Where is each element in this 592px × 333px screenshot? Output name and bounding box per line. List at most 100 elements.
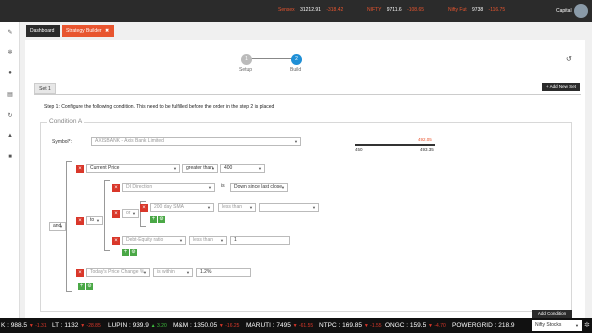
sidebar: ✎ ✲ ● ▤ ↻ ▲ ■: [0, 22, 20, 318]
input-value: 400: [224, 165, 233, 171]
ticker-index-value: Nifty Stocks: [535, 322, 562, 328]
field-select-price-change[interactable]: Today's Price Change % ▼: [86, 268, 150, 277]
step-2-indicator[interactable]: 2: [291, 54, 302, 65]
ticker-change: ▼ -1.55: [363, 323, 382, 329]
ticker-item[interactable]: LUPIN : 939.9 ▲ 3.20: [108, 318, 167, 333]
range-bar: [355, 144, 435, 146]
chevron-down-icon: ▼: [96, 218, 100, 223]
tab-dashboard[interactable]: Dashboard: [26, 25, 60, 37]
value-input[interactable]: 400 ▼: [220, 164, 265, 173]
operator-value: greater than: [186, 165, 213, 171]
circle-icon[interactable]: ●: [6, 69, 14, 77]
ticker-item[interactable]: K : 988.5 ▼ -1.31: [1, 318, 47, 333]
ticker-value: 1132: [64, 322, 79, 329]
index-nifty-fut[interactable]: Nifty Fut 9738 -116.75: [448, 7, 505, 13]
field-value: DI Direction: [126, 184, 153, 190]
delete-row-button[interactable]: ×: [76, 269, 84, 277]
ticker-change: ▼ -28.85: [80, 323, 101, 329]
ticker-item[interactable]: M&M : 1350.05 ▼ -16.25: [173, 318, 239, 333]
operator-label: is: [218, 183, 228, 192]
ticker-name: M&M: [173, 322, 189, 329]
delete-group-button[interactable]: ×: [76, 217, 84, 225]
clipboard-icon[interactable]: ▤: [6, 91, 14, 99]
delete-row-button[interactable]: ×: [112, 184, 120, 192]
operator-value: is: [221, 183, 225, 189]
ticker-item[interactable]: MARUTI : 7495 ▼ -61.55: [246, 318, 313, 333]
chevron-down-icon: ▼: [179, 238, 183, 243]
wrench-icon[interactable]: ✎: [6, 29, 14, 37]
operator-select[interactable]: less than ▼: [218, 203, 256, 212]
field-select-di-direction[interactable]: DI Direction ▼: [122, 183, 215, 192]
chevron-down-icon: ▼: [294, 139, 298, 144]
operator-select[interactable]: is within ▼: [153, 268, 193, 277]
ticker-index-select[interactable]: Nifty Stocks ▼: [532, 320, 582, 331]
add-group-button[interactable]: ⚙: [86, 283, 93, 290]
briefcase-icon[interactable]: ■: [6, 153, 14, 161]
range-current: 492.05: [418, 137, 432, 142]
close-icon[interactable]: ✖: [105, 28, 109, 34]
ticker-value: 939.9: [132, 322, 149, 329]
add-new-set-button[interactable]: + Add New Set: [542, 83, 580, 91]
index-change: -108.65: [407, 7, 425, 13]
ticker-name: K: [1, 322, 6, 329]
symbol-select[interactable]: AXISBANK - Axis Bank Limited ▼: [91, 137, 301, 146]
tab-strategy-builder[interactable]: Strategy Builder ✖: [62, 25, 114, 37]
add-row-button[interactable]: +: [150, 216, 157, 223]
index-sensex[interactable]: Sensex 31212.91 -318.42: [278, 7, 343, 13]
step-1-indicator[interactable]: 1: [241, 54, 252, 65]
refresh-icon[interactable]: ↻: [6, 112, 14, 120]
field-select-current-price[interactable]: Current Price ▼: [86, 164, 180, 173]
operator-select[interactable]: greater than ▼: [182, 164, 218, 173]
ticker-change: ▲ 3.20: [150, 323, 167, 329]
outer-bracket: [66, 161, 72, 292]
add-row-button[interactable]: +: [122, 249, 129, 256]
ticker-name: LT: [52, 322, 59, 329]
gear-icon[interactable]: ✲: [6, 49, 14, 57]
chevron-down-icon: ▼: [281, 185, 285, 190]
field-select-debt-equity[interactable]: Debt-Equity ratio ▼: [122, 236, 186, 245]
value-input[interactable]: 1: [230, 236, 290, 245]
value-input[interactable]: 1.2%: [196, 268, 251, 277]
inner-logic-value: or: [126, 210, 131, 216]
add-group-button[interactable]: ⚙: [158, 216, 165, 223]
delete-group-button[interactable]: ×: [112, 210, 120, 218]
delete-row-button[interactable]: ×: [112, 237, 120, 245]
condition-title: Condition A: [47, 118, 85, 125]
delete-row-button[interactable]: ×: [76, 165, 84, 173]
operator-select[interactable]: less than ▼: [189, 236, 227, 245]
ticker-value: 169.85: [342, 322, 363, 329]
ticker-item[interactable]: NTPC : 169.85 ▼ -1.55: [319, 318, 382, 333]
inner-logic-select[interactable]: or ▼: [122, 209, 139, 218]
symbol-value: AXISBANK - Axis Bank Limited: [95, 138, 164, 144]
range-low: 450: [355, 147, 363, 152]
add-condition-button[interactable]: Add Condition: [532, 310, 572, 318]
chevron-down-icon: ▼: [211, 166, 215, 171]
field-value: Current Price: [90, 165, 120, 171]
add-row-button[interactable]: +: [78, 283, 85, 290]
instruction-text: Step 1: Configure the following conditio…: [44, 104, 275, 110]
value-select[interactable]: ▼: [259, 203, 319, 212]
group-logic-value: to: [90, 217, 95, 223]
tab-set-1[interactable]: Set 1: [34, 83, 56, 94]
delete-row-button[interactable]: ×: [140, 204, 148, 212]
group-logic-select[interactable]: to ▼: [86, 216, 103, 225]
add-group-button[interactable]: ⚙: [130, 249, 137, 256]
value-select[interactable]: Down since last close ▼: [230, 183, 288, 192]
field-value: Debt-Equity ratio: [126, 237, 164, 243]
outer-logic-select[interactable]: and ▼: [49, 222, 66, 231]
avatar[interactable]: [574, 4, 588, 18]
input-value: 1: [234, 237, 237, 243]
ticker-item[interactable]: ONGC : 159.5 ▼ -4.70: [385, 318, 446, 333]
ticker-item[interactable]: POWERGRID : 218.9: [452, 318, 515, 333]
index-value: 9738: [472, 7, 484, 13]
field-select-200-day-sma[interactable]: 200 day SMA ▼: [150, 203, 214, 212]
reset-icon[interactable]: ↺: [566, 55, 572, 63]
flask-icon[interactable]: ▲: [6, 132, 14, 140]
ticker-item[interactable]: LT : 1132 ▼ -28.85: [52, 318, 101, 333]
step-1-label: Setup: [239, 67, 253, 73]
gear-icon[interactable]: ✲: [584, 320, 590, 331]
chevron-down-icon: ▼: [249, 205, 253, 210]
ticker-name: POWERGRID: [452, 322, 493, 329]
user-menu-label[interactable]: Capital: [556, 8, 572, 14]
index-nifty[interactable]: NIFTY 9711.6 -108.65: [367, 7, 424, 13]
